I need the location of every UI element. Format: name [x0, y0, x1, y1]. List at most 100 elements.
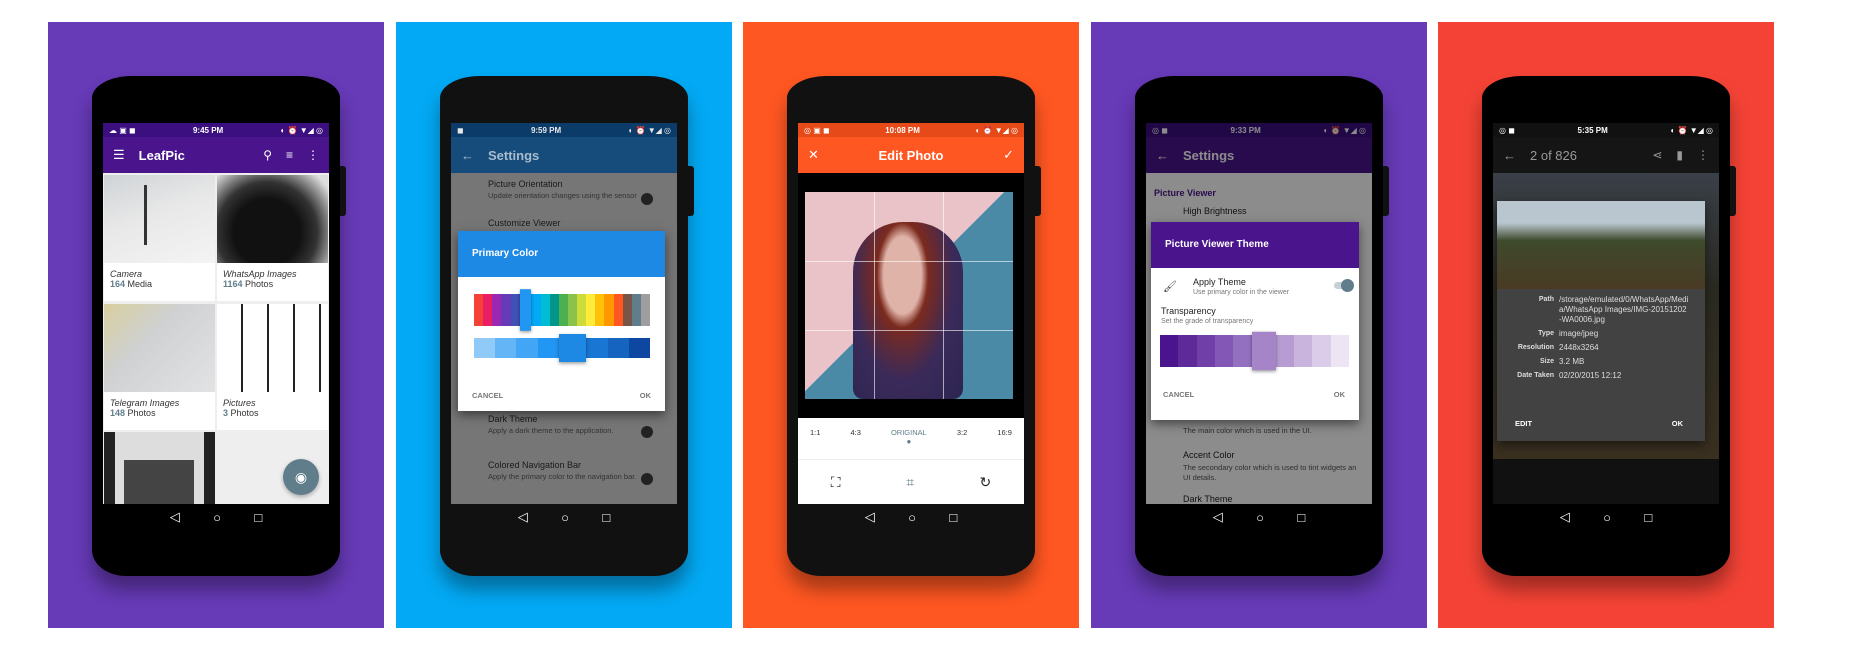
ratio-original[interactable]: ORIGINAL ● [891, 428, 927, 459]
color-swatch[interactable] [474, 294, 484, 326]
back-icon[interactable]: ◁ [170, 509, 180, 525]
color-swatch[interactable] [495, 338, 517, 358]
edit-photo-screen: ◎ ▣ ◼ 10:08 PM ◐ ⏰ ▼◢ ◎ ✕ Edit Photo ✓ 1:1… [798, 123, 1024, 504]
cancel-button[interactable]: CANCEL [1163, 390, 1194, 399]
album-card-camera[interactable]: Camera 164 Media [104, 263, 215, 301]
rotate-icon[interactable]: ↻ [979, 474, 991, 491]
album-thumb-pictures[interactable] [217, 304, 328, 392]
check-icon[interactable]: ✓ [1003, 147, 1014, 163]
crop-icon[interactable]: ⌗ [906, 474, 914, 491]
menu-icon[interactable]: ☰ [113, 147, 125, 163]
color-swatch[interactable] [516, 338, 538, 358]
color-swatch[interactable] [577, 294, 587, 326]
recents-icon[interactable]: □ [254, 510, 262, 525]
search-icon[interactable]: ⚲ [263, 148, 272, 162]
album-thumb[interactable] [104, 432, 215, 504]
transparency-palette[interactable] [1160, 331, 1349, 371]
color-swatch[interactable] [540, 294, 550, 326]
back-icon[interactable]: ◁ [1213, 509, 1223, 525]
album-card-pictures[interactable]: Pictures 3 Photos [217, 392, 328, 430]
color-swatch[interactable] [519, 289, 532, 331]
apply-theme-toggle[interactable] [1334, 279, 1354, 292]
color-swatch[interactable] [586, 294, 596, 326]
color-swatch[interactable] [1233, 335, 1252, 367]
color-swatch[interactable] [549, 294, 559, 326]
back-arrow-icon[interactable]: ← [461, 148, 474, 163]
home-icon[interactable]: ○ [213, 510, 221, 525]
more-icon[interactable]: ⋮ [1697, 148, 1709, 162]
shade-palette[interactable] [474, 334, 650, 362]
color-swatch[interactable] [1215, 335, 1234, 367]
dark-theme-toggle[interactable] [641, 426, 653, 438]
album-thumb-camera[interactable] [104, 175, 215, 263]
color-swatch[interactable] [558, 294, 568, 326]
ratio-3-2[interactable]: 3:2 [957, 428, 967, 459]
detail-row: Date Taken 02/20/2015 12:12 [1497, 371, 1705, 381]
share-icon[interactable]: ⋖ [1652, 148, 1662, 162]
photo-crop-area[interactable] [805, 192, 1013, 399]
color-swatch[interactable] [607, 338, 629, 358]
back-icon[interactable]: ← [1503, 148, 1516, 163]
recents-icon[interactable]: □ [949, 510, 957, 525]
color-swatch[interactable] [537, 338, 559, 358]
color-swatch[interactable] [531, 294, 541, 326]
back-icon[interactable]: ◁ [865, 509, 875, 525]
home-icon[interactable]: ○ [1603, 510, 1611, 525]
color-swatch[interactable] [1160, 335, 1179, 367]
primary-palette[interactable] [474, 289, 651, 331]
color-swatch[interactable] [567, 294, 578, 326]
color-swatch[interactable] [1312, 335, 1331, 367]
home-icon[interactable]: ○ [1256, 510, 1264, 525]
color-swatch[interactable] [1293, 335, 1313, 367]
color-swatch[interactable] [474, 338, 496, 358]
color-swatch[interactable] [586, 338, 608, 358]
color-swatch[interactable] [558, 334, 587, 362]
edit-button[interactable]: EDIT [1515, 419, 1532, 428]
sort-icon[interactable]: ≡ [286, 148, 293, 162]
color-swatch[interactable] [483, 294, 493, 326]
color-swatch[interactable] [1178, 335, 1197, 367]
album-card-whatsapp[interactable]: WhatsApp Images 1164 Photos [217, 263, 328, 301]
color-swatch[interactable] [1196, 335, 1216, 367]
orientation-toggle[interactable] [641, 193, 653, 205]
fit-icon[interactable]: ⛶ [831, 474, 841, 491]
color-swatch[interactable] [1330, 335, 1349, 367]
color-swatch[interactable] [595, 294, 605, 326]
color-swatch[interactable] [510, 294, 520, 326]
nav-bar-toggle[interactable] [641, 473, 653, 485]
recents-icon[interactable]: □ [1644, 510, 1652, 525]
color-swatch[interactable] [640, 294, 651, 326]
more-icon[interactable]: ⋮ [307, 148, 319, 162]
ratio-1-1[interactable]: 1:1 [810, 428, 820, 459]
close-icon[interactable]: ✕ [808, 147, 819, 163]
color-swatch[interactable] [1275, 335, 1294, 367]
color-swatch[interactable] [492, 294, 502, 326]
ok-button[interactable]: OK [640, 391, 651, 400]
back-icon[interactable]: ◁ [1560, 509, 1570, 525]
ratio-4-3[interactable]: 4:3 [850, 428, 860, 459]
back-icon[interactable]: ◁ [518, 509, 528, 525]
home-icon[interactable]: ○ [561, 510, 569, 525]
color-swatch[interactable] [613, 294, 623, 326]
album-thumb-telegram[interactable] [104, 304, 215, 392]
recents-icon[interactable]: □ [602, 510, 610, 525]
detail-row: Path/storage/emulated/0/WhatsApp/Media/W… [1497, 295, 1705, 325]
color-swatch[interactable] [604, 294, 614, 326]
color-swatch[interactable] [501, 294, 511, 326]
recents-icon[interactable]: □ [1297, 510, 1305, 525]
color-swatch[interactable] [622, 294, 632, 326]
home-icon[interactable]: ○ [908, 510, 916, 525]
color-swatch[interactable] [628, 338, 650, 358]
album-card-telegram[interactable]: Telegram Images 148 Photos [104, 392, 215, 430]
ok-button[interactable]: OK [1334, 390, 1345, 399]
detail-value: 2448x3264 [1559, 343, 1599, 352]
ok-button[interactable]: OK [1672, 419, 1683, 428]
camera-fab[interactable]: ◉ [283, 459, 319, 495]
color-swatch[interactable] [631, 294, 641, 326]
panel-edit-photo: ◎ ▣ ◼ 10:08 PM ◐ ⏰ ▼◢ ◎ ✕ Edit Photo ✓ 1:1… [743, 22, 1079, 628]
delete-icon[interactable]: ▮ [1676, 148, 1683, 162]
cancel-button[interactable]: CANCEL [472, 391, 503, 400]
album-thumb-whatsapp[interactable] [217, 175, 328, 263]
ratio-16-9[interactable]: 16:9 [997, 428, 1012, 459]
color-swatch[interactable] [1251, 331, 1276, 371]
